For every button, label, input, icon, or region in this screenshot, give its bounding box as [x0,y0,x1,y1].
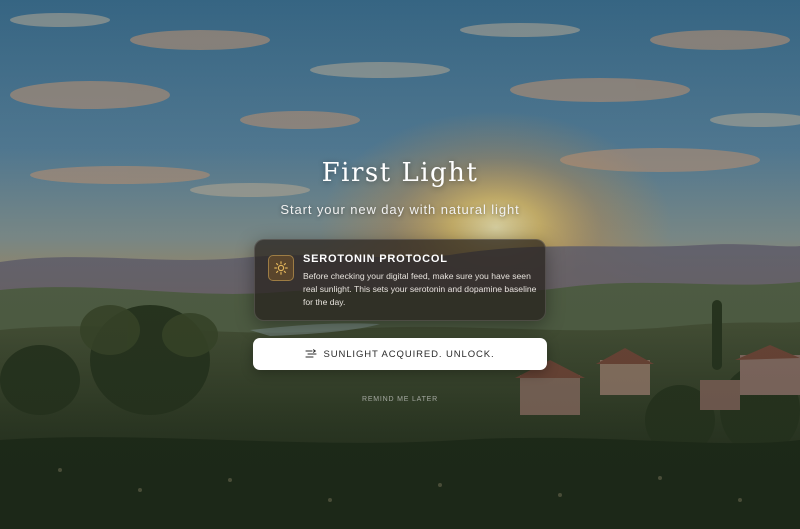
remind-me-later-link[interactable]: REMIND ME LATER [0,396,800,403]
unlock-button-label: SUNLIGHT ACQUIRED. UNLOCK. [323,348,495,360]
card-heading: SEROTONIN PROTOCOL [303,253,448,265]
serotonin-protocol-card: SEROTONIN PROTOCOL Before checking your … [254,239,546,321]
sunlight-acquired-unlock-button[interactable]: SUNLIGHT ACQUIRED. UNLOCK. [253,338,547,370]
page-subtitle: Start your new day with natural light [280,202,520,217]
sunrise-haze-icon [305,349,318,359]
card-description: Before checking your digital feed, make … [303,271,537,307]
sun-icon [268,255,294,281]
page-title: First Light [321,158,479,188]
